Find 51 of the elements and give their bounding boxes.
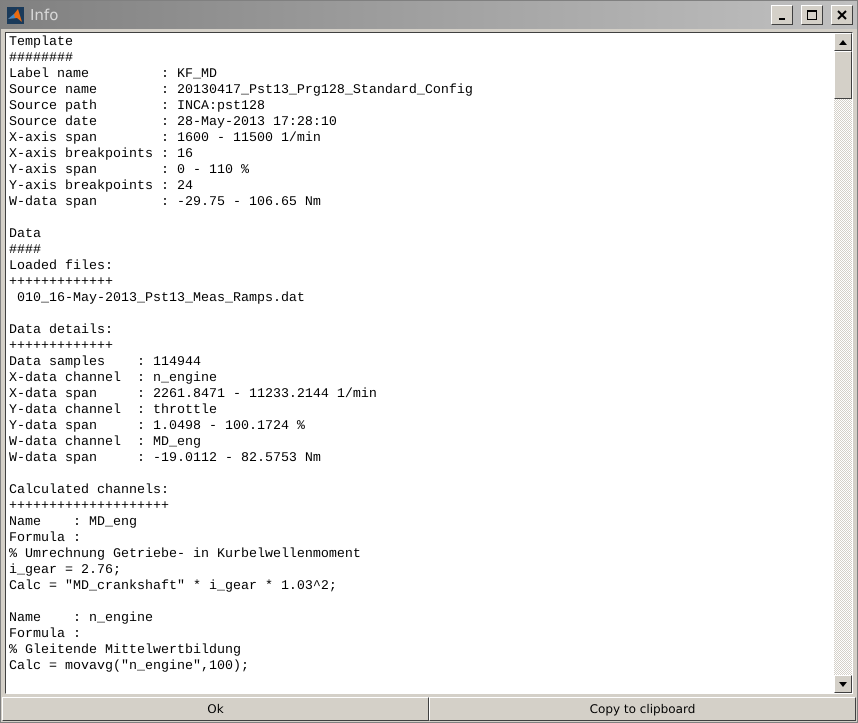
- text-line: W-data channel : MD_eng: [9, 435, 201, 451]
- text-line: +++++++++++++: [9, 339, 113, 355]
- text-line: Calc = "MD_crankshaft" * i_gear * 1.03^2;: [9, 579, 337, 595]
- text-line: Source date : 28-May-2013 17:28:10: [9, 115, 337, 131]
- text-line: Y-data span : 1.0498 - 100.1724 %: [9, 419, 305, 435]
- app-logo-icon: [7, 6, 24, 24]
- close-icon: [837, 10, 847, 20]
- text-line: Name : MD_eng: [9, 515, 137, 531]
- dialog-button[interactable]: Copy to clipboard: [429, 697, 856, 721]
- text-line: Calculated channels:: [9, 483, 169, 499]
- text-line: Calc = movavg("n_engine",100);: [9, 659, 249, 675]
- text-line: ++++++++++++++++++++: [9, 499, 169, 515]
- scroll-down-button[interactable]: [834, 675, 852, 693]
- maximize-icon: [806, 10, 818, 20]
- scroll-up-button[interactable]: [834, 33, 852, 51]
- text-line: % Umrechnung Getriebe- in Kurbelwellenmoment: [9, 547, 361, 563]
- text-line: ####: [9, 243, 41, 259]
- text-line: i_gear = 2.76;: [9, 563, 121, 579]
- text-line: Data: [9, 227, 41, 243]
- text-line: +++++++++++++: [9, 275, 113, 291]
- text-line: X-axis span : 1600 - 11500 1/min: [9, 131, 321, 147]
- text-line: Template: [9, 35, 73, 51]
- text-line: X-data channel : n_engine: [9, 371, 217, 387]
- text-line: W-data span : -19.0112 - 82.5753 Nm: [9, 451, 321, 467]
- text-line: Source name : 20130417_Pst13_Prg128_Standard_Config: [9, 83, 473, 99]
- text-line: Data details:: [9, 323, 113, 339]
- down-arrow-icon: [839, 682, 847, 686]
- window-title: Info: [30, 6, 60, 24]
- text-line: Y-axis span : 0 - 110 %: [9, 163, 249, 179]
- text-line: X-data span : 2261.8471 - 11233.2144 1/min: [9, 387, 377, 403]
- maximize-button[interactable]: [801, 5, 823, 25]
- text-line: Name : n_engine: [9, 611, 153, 627]
- text-line: Formula :: [9, 627, 81, 643]
- scrollbar-thumb[interactable]: [834, 51, 852, 99]
- text-line: 010_16-May-2013_Pst13_Meas_Ramps.dat: [16, 291, 305, 307]
- close-button[interactable]: [831, 5, 853, 25]
- text-line: Formula :: [9, 531, 81, 547]
- text-line: Y-data channel : throttle: [9, 403, 217, 419]
- text-line: X-axis breakpoints : 16: [9, 147, 193, 163]
- up-arrow-icon: [839, 40, 847, 44]
- text-line: Loaded files:: [9, 259, 113, 275]
- text-line: W-data span : -29.75 - 106.65 Nm: [9, 195, 321, 211]
- minimize-button[interactable]: [771, 5, 793, 25]
- text-line: Label name : KF_MD: [9, 67, 217, 83]
- text-line: Y-axis breakpoints : 24: [9, 179, 193, 195]
- dialog-button[interactable]: Ok: [2, 697, 429, 721]
- minimize-icon: [779, 18, 785, 20]
- text-line: Data samples : 114944: [9, 355, 201, 371]
- text-line: ########: [9, 51, 73, 67]
- text-line: Source path : INCA:pst128: [9, 99, 265, 115]
- text-line: % Gleitende Mittelwertbildung: [9, 643, 241, 659]
